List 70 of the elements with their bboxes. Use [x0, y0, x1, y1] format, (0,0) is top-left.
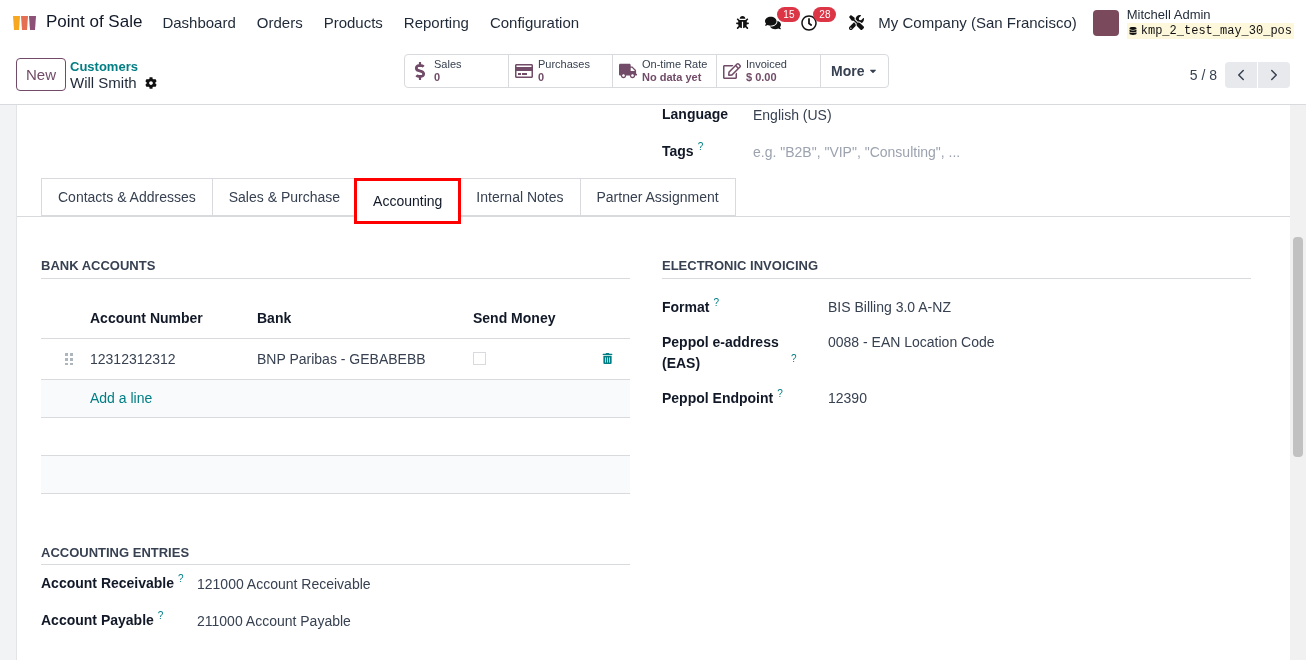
- pager-value[interactable]: 5 / 8: [1189, 64, 1217, 85]
- user-name[interactable]: Mitchell Admin: [1126, 6, 1294, 23]
- more-button[interactable]: More: [821, 55, 889, 87]
- menu-item[interactable]: Products: [323, 11, 383, 34]
- field-label: Language: [662, 105, 729, 124]
- menu-item[interactable]: Configuration: [489, 11, 580, 34]
- drag-handle-icon[interactable]: [65, 352, 73, 365]
- previous-button[interactable]: [1225, 61, 1257, 88]
- notification-badge: 28: [813, 6, 837, 22]
- database-icon: [1128, 26, 1137, 35]
- delete-icon[interactable]: [602, 353, 613, 365]
- column-header[interactable]: Account Number: [90, 307, 257, 328]
- tab[interactable]: Accounting: [354, 178, 462, 224]
- column-header[interactable]: Bank: [257, 307, 473, 328]
- chat-icon[interactable]: [765, 14, 782, 31]
- smart-button[interactable]: On-time Rate No data yet: [613, 55, 717, 87]
- tab[interactable]: Contacts & Addresses: [41, 178, 212, 216]
- add-line-link[interactable]: Add a line: [90, 388, 153, 409]
- menu-item[interactable]: Reporting: [403, 11, 469, 34]
- field-value: English (US): [753, 105, 832, 125]
- table-cell-text: BNP Paribas - GEBABEBB: [257, 349, 427, 369]
- tags-field[interactable]: e.g. "B2B", "VIP", "Consulting", ...: [753, 141, 1053, 162]
- new-button[interactable]: New: [16, 58, 66, 91]
- field-value: 211000 Account Payable: [197, 611, 351, 631]
- field-value: 12390: [828, 388, 867, 408]
- help-tooltip-mark[interactable]: ?: [713, 297, 719, 308]
- database-name: kmp_2_test_may_30_pos: [1140, 22, 1292, 39]
- help-tooltip-mark[interactable]: ?: [178, 574, 184, 585]
- table-cell-text: 12312312312: [90, 349, 177, 369]
- checkbox[interactable]: [473, 352, 486, 366]
- field-label: Tags: [662, 142, 694, 161]
- company-switcher[interactable]: My Company (San Francisco): [878, 11, 1077, 34]
- avatar-icon[interactable]: [1092, 9, 1119, 36]
- breadcrumb-link[interactable]: Customers: [70, 58, 157, 75]
- tab[interactable]: Partner Assignment: [579, 178, 736, 216]
- field-label: Account Receivable: [41, 574, 175, 594]
- tools-icon[interactable]: [849, 15, 865, 30]
- section-title: BANK ACCOUNTS: [41, 257, 630, 279]
- field-label: Peppol Endpoint: [662, 388, 774, 408]
- invoice-icon: [723, 62, 741, 80]
- settings-icon[interactable]: [144, 76, 157, 89]
- menu-item[interactable]: Orders: [256, 11, 303, 34]
- card-icon: [515, 62, 533, 80]
- menu-item[interactable]: Dashboard: [162, 11, 236, 34]
- help-tooltip-mark[interactable]: ?: [791, 353, 797, 364]
- smart-button[interactable]: Purchases 0: [509, 55, 613, 87]
- record-name: Will Smith: [70, 74, 137, 91]
- help-tooltip-mark[interactable]: ?: [157, 611, 164, 622]
- truck-icon: [619, 62, 637, 80]
- field-label: Format: [662, 297, 710, 317]
- smart-button[interactable]: Invoiced $ 0.00: [717, 55, 821, 87]
- field-value: 0088 - EAN Location Code: [828, 332, 995, 352]
- field-value: 121000 Account Receivable: [197, 574, 371, 594]
- section-title: ELECTRONIC INVOICING: [662, 257, 1251, 279]
- clock-icon[interactable]: [801, 14, 818, 31]
- tab[interactable]: Internal Notes: [459, 178, 580, 216]
- field-value: BIS Billing 3.0 A-NZ: [828, 297, 951, 317]
- smart-button[interactable]: Sales 0: [405, 55, 509, 87]
- help-tooltip-mark[interactable]: ?: [697, 142, 704, 152]
- field-label: Peppol e-address (EAS): [662, 332, 780, 373]
- app-name[interactable]: Point of Sale: [46, 10, 143, 35]
- section-title: ACCOUNTING ENTRIES: [41, 543, 630, 566]
- column-header[interactable]: Send Money: [473, 307, 556, 328]
- scrollbar[interactable]: [1290, 105, 1306, 660]
- help-tooltip-mark[interactable]: ?: [777, 388, 783, 399]
- notification-badge: 15: [777, 6, 801, 22]
- field-label: Account Payable: [41, 611, 154, 631]
- next-button[interactable]: [1258, 61, 1290, 88]
- app-logo-icon[interactable]: [12, 13, 38, 32]
- bug-icon[interactable]: [736, 16, 750, 29]
